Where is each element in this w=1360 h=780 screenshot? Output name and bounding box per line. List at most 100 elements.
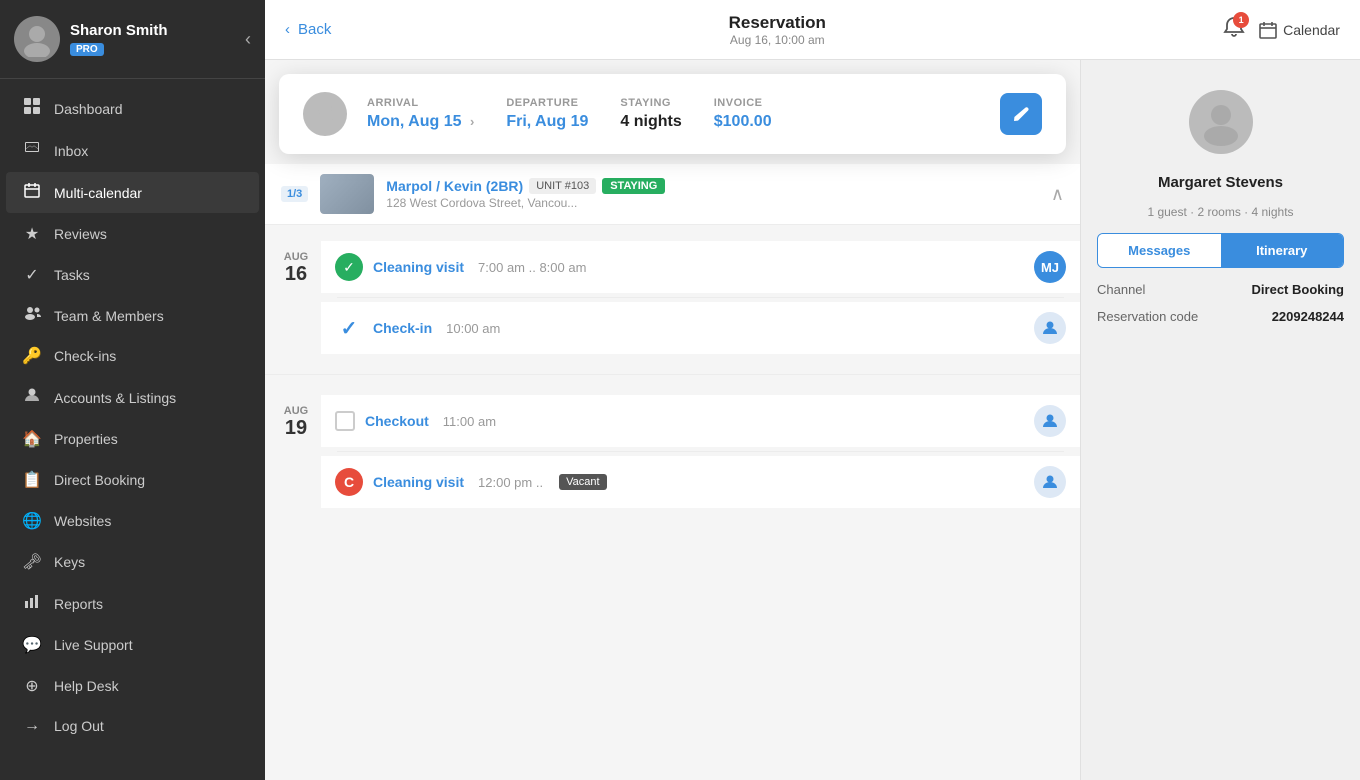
day-row-16: AUG 16 ✓ Cleaning visit 7:00 am .. 8:00 … bbox=[265, 233, 1080, 362]
day-section-16: AUG 16 ✓ Cleaning visit 7:00 am .. 8:00 … bbox=[265, 225, 1080, 370]
sidebar-item-checkins[interactable]: 🔑 Check-ins bbox=[6, 336, 259, 376]
sidebar-header: Sharon Smith PRO ‹ bbox=[0, 0, 265, 79]
sidebar-item-label: Dashboard bbox=[54, 101, 123, 117]
sidebar-item-inbox[interactable]: Inbox bbox=[6, 130, 259, 171]
staying-field: STAYING 4 nights bbox=[620, 97, 681, 131]
action-tabs: Messages Itinerary bbox=[1097, 233, 1344, 268]
sidebar-item-label: Properties bbox=[54, 431, 118, 447]
booking-page-badge: 1/3 bbox=[281, 186, 308, 202]
user-name: Sharon Smith bbox=[70, 22, 168, 39]
tasks-icon: ✓ bbox=[22, 265, 42, 285]
avatar bbox=[14, 16, 60, 62]
sidebar-item-reviews[interactable]: ★ Reviews bbox=[6, 214, 259, 254]
itinerary-tab[interactable]: Itinerary bbox=[1221, 234, 1344, 267]
guest-name: Margaret Stevens bbox=[1097, 174, 1344, 191]
checkin-check-icon: ✓ bbox=[335, 314, 363, 342]
topbar: ‹ Back Reservation Aug 16, 10:00 am 1 Ca… bbox=[265, 0, 1360, 60]
departure-value: Fri, Aug 19 bbox=[506, 113, 588, 131]
sidebar-item-websites[interactable]: 🌐 Websites bbox=[6, 501, 259, 541]
sidebar-item-logout[interactable]: → Log Out bbox=[6, 707, 259, 745]
day-month: AUG bbox=[284, 405, 308, 417]
checkout-checkbox-icon bbox=[335, 411, 355, 431]
invoice-value: $100.00 bbox=[714, 113, 772, 131]
assignee-avatar[interactable]: MJ bbox=[1034, 251, 1066, 283]
right-panel: Margaret Stevens 1 guest · 2 rooms · 4 n… bbox=[1080, 60, 1360, 780]
checkins-icon: 🔑 bbox=[22, 346, 42, 366]
day-events-16: ✓ Cleaning visit 7:00 am .. 8:00 am MJ ✓ bbox=[321, 233, 1080, 362]
event-row[interactable]: C Cleaning visit 12:00 pm .. Vacant bbox=[321, 456, 1080, 508]
sidebar-collapse-button[interactable]: ‹ bbox=[245, 29, 251, 50]
property-thumbnail bbox=[320, 174, 374, 214]
day-num: 19 bbox=[285, 417, 307, 440]
collapse-button[interactable]: ∧ bbox=[1051, 184, 1064, 205]
page-subtitle: Aug 16, 10:00 am bbox=[729, 33, 826, 47]
page-title: Reservation bbox=[729, 13, 826, 33]
event-name: Checkout bbox=[365, 413, 429, 429]
notifications-button[interactable]: 1 bbox=[1223, 16, 1245, 44]
accounts-icon bbox=[22, 387, 42, 408]
staying-value: 4 nights bbox=[620, 113, 681, 131]
sidebar-item-keys[interactable]: 🗝 Keys bbox=[6, 542, 259, 582]
sidebar-user[interactable]: Sharon Smith PRO bbox=[14, 16, 168, 62]
back-button[interactable]: ‹ Back bbox=[285, 21, 331, 38]
event-time: 11:00 am bbox=[443, 414, 496, 429]
sidebar-item-multi-calendar[interactable]: Multi-calendar bbox=[6, 172, 259, 213]
event-time: 12:00 pm .. bbox=[478, 475, 543, 490]
reports-icon bbox=[22, 593, 42, 614]
sidebar-item-tasks[interactable]: ✓ Tasks bbox=[6, 255, 259, 295]
reviews-icon: ★ bbox=[22, 224, 42, 244]
channel-label: Channel bbox=[1097, 282, 1145, 297]
assignee-avatar[interactable] bbox=[1034, 405, 1066, 437]
calendar-panel: ARRIVAL Mon, Aug 15 › DEPARTURE Fri, Aug… bbox=[265, 60, 1080, 780]
departure-field: DEPARTURE Fri, Aug 19 bbox=[506, 97, 588, 131]
property-name[interactable]: Marpol / Kevin (2BR) bbox=[386, 178, 523, 194]
edit-reservation-button[interactable] bbox=[1000, 93, 1042, 135]
sidebar-item-live-support[interactable]: 💬 Live Support bbox=[6, 625, 259, 665]
res-code-value: 2209248244 bbox=[1272, 309, 1344, 324]
sidebar-item-accounts[interactable]: Accounts & Listings bbox=[6, 377, 259, 418]
event-row[interactable]: Checkout 11:00 am bbox=[321, 395, 1080, 447]
assignee-avatar[interactable] bbox=[1034, 312, 1066, 344]
property-row: 1/3 Marpol / Kevin (2BR) UNIT #103 STAYI… bbox=[265, 164, 1080, 225]
sidebar-item-label: Websites bbox=[54, 513, 111, 529]
res-code-label: Reservation code bbox=[1097, 309, 1198, 324]
help-desk-icon: ⊕ bbox=[22, 676, 42, 696]
vacant-badge: Vacant bbox=[559, 474, 606, 490]
reservation-avatar bbox=[303, 92, 347, 136]
event-name: Cleaning visit bbox=[373, 474, 464, 490]
departure-label: DEPARTURE bbox=[506, 97, 588, 109]
event-row[interactable]: ✓ Check-in 10:00 am bbox=[321, 302, 1080, 354]
pro-badge: PRO bbox=[70, 43, 104, 56]
live-support-icon: 💬 bbox=[22, 635, 42, 655]
event-row[interactable]: ✓ Cleaning visit 7:00 am .. 8:00 am MJ bbox=[321, 241, 1080, 293]
sidebar-item-label: Live Support bbox=[54, 637, 133, 653]
day-events-19: Checkout 11:00 am C Cleaning visit bbox=[321, 387, 1080, 516]
messages-tab[interactable]: Messages bbox=[1098, 234, 1221, 267]
sidebar-item-label: Team & Members bbox=[54, 308, 164, 324]
sidebar-item-help-desk[interactable]: ⊕ Help Desk bbox=[6, 666, 259, 706]
sidebar-item-team[interactable]: Team & Members bbox=[6, 296, 259, 335]
content-area: ARRIVAL Mon, Aug 15 › DEPARTURE Fri, Aug… bbox=[265, 60, 1360, 780]
sidebar-item-dashboard[interactable]: Dashboard bbox=[6, 88, 259, 129]
day-label-16: AUG 16 bbox=[265, 233, 321, 362]
res-fields: ARRIVAL Mon, Aug 15 › DEPARTURE Fri, Aug… bbox=[367, 97, 980, 131]
invoice-label: INVOICE bbox=[714, 97, 772, 109]
invoice-field: INVOICE $100.00 bbox=[714, 97, 772, 131]
channel-value: Direct Booking bbox=[1252, 282, 1344, 297]
reservation-card: ARRIVAL Mon, Aug 15 › DEPARTURE Fri, Aug… bbox=[279, 74, 1066, 154]
calendar-icon bbox=[22, 182, 42, 203]
sidebar-item-properties[interactable]: 🏠 Properties bbox=[6, 419, 259, 459]
sidebar-item-label: Inbox bbox=[54, 143, 88, 159]
sidebar-item-direct-booking[interactable]: 📋 Direct Booking bbox=[6, 460, 259, 500]
sidebar: Sharon Smith PRO ‹ Dashboard Inbox Multi… bbox=[0, 0, 265, 780]
inbox-icon bbox=[22, 140, 42, 161]
arrival-value: Mon, Aug 15 › bbox=[367, 113, 474, 131]
guest-info: 1 guest · 2 rooms · 4 nights bbox=[1097, 205, 1344, 219]
channel-row: Channel Direct Booking bbox=[1097, 282, 1344, 297]
event-time: 10:00 am bbox=[446, 321, 500, 336]
sidebar-nav: Dashboard Inbox Multi-calendar ★ Reviews… bbox=[0, 79, 265, 780]
calendar-button[interactable]: Calendar bbox=[1259, 21, 1340, 39]
back-label: Back bbox=[298, 21, 331, 38]
assignee-avatar[interactable] bbox=[1034, 466, 1066, 498]
sidebar-item-reports[interactable]: Reports bbox=[6, 583, 259, 624]
